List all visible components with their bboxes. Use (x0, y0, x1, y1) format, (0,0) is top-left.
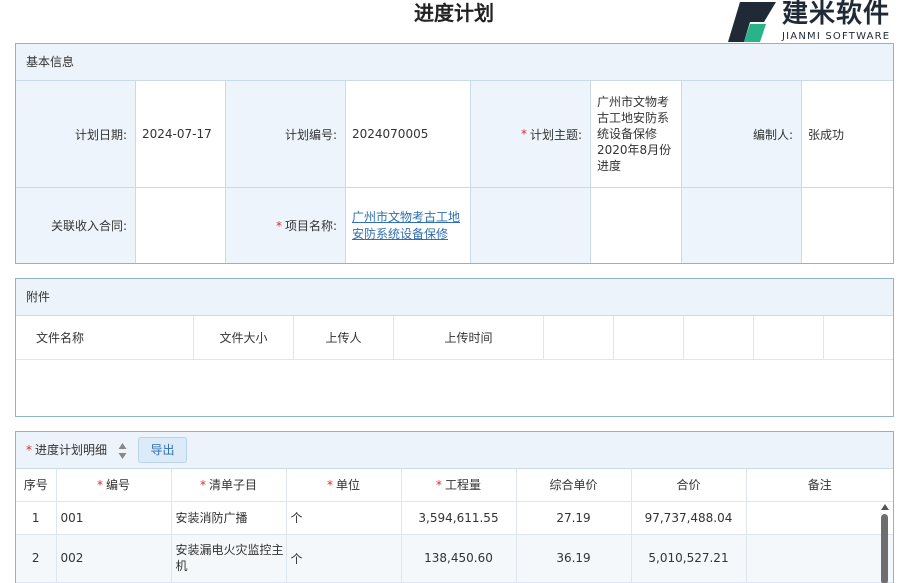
scroll-thumb[interactable] (881, 514, 888, 583)
required-mark: * (520, 127, 527, 141)
plan-subject-label: * 计划主题: (471, 81, 591, 188)
required-mark: * (199, 478, 206, 493)
plan-date-value[interactable]: 2024-07-17 (136, 81, 226, 188)
plan-no-value[interactable]: 2024070005 (346, 81, 471, 188)
required-mark: * (96, 478, 103, 493)
cell-item[interactable]: 安装消防广播 (171, 501, 287, 535)
attachment-table-header: 文件名称 文件大小 上传人 上传时间 (16, 316, 893, 360)
plan-no-label: 计划编号: (226, 81, 346, 188)
col-seq: 序号 (16, 469, 57, 502)
col-extra (824, 316, 893, 360)
progress-detail-title: * 进度计划明细 (26, 443, 108, 457)
editor-value[interactable]: 张成功 (802, 81, 893, 188)
scroll-up-icon[interactable] (881, 504, 889, 510)
contract-label: 关联收入合同: (16, 188, 136, 263)
col-upload-time: 上传时间 (394, 316, 544, 360)
cell-qty[interactable]: 3,594,611.55 (401, 501, 517, 535)
cell-unit[interactable]: 个 (286, 501, 402, 535)
sort-icon[interactable] (118, 442, 127, 460)
empty-value-cell (802, 188, 893, 263)
empty-label-cell (682, 188, 802, 263)
contract-value[interactable] (136, 188, 226, 263)
empty-label-cell (471, 188, 591, 263)
col-item: * 清单子目 (171, 469, 287, 502)
col-extra (684, 316, 754, 360)
col-unit: * 单位 (286, 469, 402, 502)
table-row[interactable]: 1 001 安装消防广播 个 3,594,611.55 27.19 97,737… (16, 501, 893, 535)
brand-logo: 建米软件 JIANMI SOFTWARE (726, 0, 900, 44)
empty-value-cell (591, 188, 682, 263)
cell-seq: 1 (16, 501, 57, 535)
progress-detail-toolbar: * 进度计划明细 导出 (16, 432, 893, 469)
col-price: 综合单价 (516, 469, 632, 502)
table-row[interactable]: 2 002 安装漏电火灾监控主机 个 138,450.60 36.19 5,01… (16, 534, 893, 583)
cell-item[interactable]: 安装漏电火灾监控主机 (171, 534, 287, 583)
col-file-name: 文件名称 (16, 316, 194, 360)
cell-price: 36.19 (516, 534, 632, 583)
col-code: * 编号 (56, 469, 172, 502)
cell-code[interactable]: 001 (56, 501, 172, 535)
basic-info-grid: 计划日期: 2024-07-17 计划编号: 2024070005 * 计划主题:… (16, 81, 893, 263)
col-uploader: 上传人 (294, 316, 394, 360)
project-label: * 项目名称: (226, 188, 346, 263)
cell-qty[interactable]: 138,450.60 (401, 534, 517, 583)
cell-price: 27.19 (516, 501, 632, 535)
col-qty: * 工程量 (401, 469, 517, 502)
logo-text-en: JIANMI SOFTWARE (782, 31, 891, 42)
required-mark: * (326, 478, 333, 493)
progress-detail-panel: * 进度计划明细 导出 序号 * 编号 * 清单子目 * 单位 * 工程量 综合单价 合价… (15, 431, 894, 583)
editor-label: 编制人: (682, 81, 802, 188)
plan-date-label: 计划日期: (16, 81, 136, 188)
required-mark: * (26, 443, 32, 457)
cell-code[interactable]: 002 (56, 534, 172, 583)
col-extra (754, 316, 824, 360)
basic-info-panel: 基本信息 计划日期: 2024-07-17 计划编号: 2024070005 *… (15, 43, 894, 264)
project-link[interactable]: 广州市文物考古工地安防系统设备保修 (352, 209, 470, 243)
required-mark: * (435, 478, 442, 493)
cell-total: 5,010,527.21 (631, 534, 747, 583)
col-extra (544, 316, 614, 360)
required-mark: * (275, 218, 282, 233)
export-button[interactable]: 导出 (138, 437, 187, 463)
col-extra (614, 316, 684, 360)
col-file-size: 文件大小 (194, 316, 294, 360)
cell-remark[interactable] (746, 501, 893, 535)
cell-remark[interactable] (746, 534, 893, 583)
project-value: 广州市文物考古工地安防系统设备保修 (346, 188, 471, 263)
plan-subject-value[interactable]: 广州市文物考古工地安防系统设备保修2020年8月份进度 (591, 81, 682, 188)
cell-seq: 2 (16, 534, 57, 583)
cell-unit[interactable]: 个 (286, 534, 402, 583)
cell-total: 97,737,488.04 (631, 501, 747, 535)
basic-info-header: 基本信息 (16, 44, 893, 81)
attachment-header: 附件 (16, 279, 893, 316)
logo-mark-icon (728, 2, 776, 42)
table-header-row: 序号 * 编号 * 清单子目 * 单位 * 工程量 综合单价 合价 备注 (16, 469, 893, 502)
attachment-panel: 附件 文件名称 文件大小 上传人 上传时间 (15, 278, 894, 417)
col-remark: 备注 (746, 469, 893, 502)
logo-text-cn: 建米软件 (782, 0, 891, 29)
progress-detail-table: 序号 * 编号 * 清单子目 * 单位 * 工程量 综合单价 合价 备注 1 001 安… (16, 469, 893, 583)
col-total: 合价 (631, 469, 747, 502)
table-scrollbar[interactable] (881, 504, 889, 583)
